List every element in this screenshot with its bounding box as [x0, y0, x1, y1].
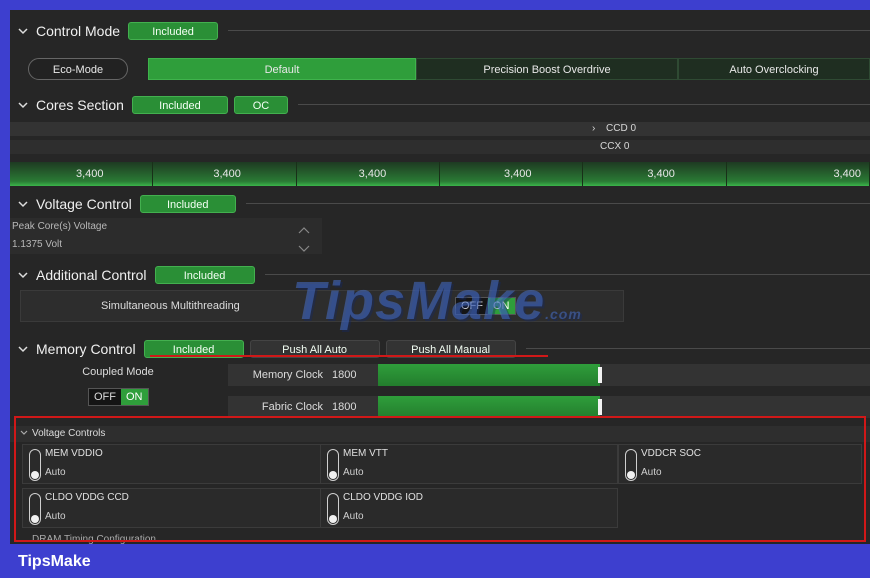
included-badge[interactable]: Included [128, 21, 219, 40]
included-badge[interactable]: Included [154, 265, 255, 284]
core-frequency[interactable]: 3,400 [296, 162, 440, 186]
chevron-down-icon[interactable] [18, 100, 28, 110]
ccd-band[interactable]: › CCD 0 [10, 122, 870, 136]
section-title: Voltage Control [36, 195, 132, 212]
section-title: Memory Control [36, 340, 136, 357]
slider-fill [378, 364, 600, 386]
section-title: Control Mode [36, 22, 121, 39]
mode-auto-oc-button[interactable]: Auto Overclocking [678, 58, 870, 80]
section-title: Additional Control [36, 266, 147, 283]
smt-toggle[interactable]: OFF ON [455, 297, 516, 315]
ccx-label: CCX 0 [600, 141, 630, 152]
chevron-right-icon[interactable]: › [592, 122, 595, 136]
peak-voltage-field[interactable]: Peak Core(s) Voltage 1.1375 Volt [10, 218, 322, 254]
field-value: 1.1375 Volt [12, 239, 63, 250]
included-badge[interactable]: Included [131, 95, 228, 114]
memory-clock-slider[interactable]: Memory Clock 1800 [228, 364, 870, 386]
smt-setting: Simultaneous Multithreading OFF ON [20, 290, 624, 322]
core-frequency[interactable]: 3,400 [10, 162, 154, 186]
toggle-off[interactable]: OFF [456, 298, 488, 314]
divider [297, 104, 870, 105]
fabric-clock-value: 1800 [332, 401, 357, 413]
chevron-down-icon[interactable] [298, 240, 310, 258]
highlight-underline [150, 355, 548, 357]
slider-track[interactable] [378, 364, 870, 386]
toggle-off[interactable]: OFF [89, 389, 121, 405]
memory-control-header[interactable]: Memory Control Included Push All Auto Pu… [10, 336, 870, 361]
footer-bar: TipsMake [0, 544, 870, 578]
divider [264, 274, 870, 275]
core-frequency[interactable]: 3,400 [153, 162, 297, 186]
coupled-mode-toggle[interactable]: OFF ON [88, 388, 149, 406]
voltage-control-header[interactable]: Voltage Control Included [10, 191, 870, 216]
oc-badge[interactable]: OC [233, 95, 288, 114]
chevron-up-icon[interactable] [298, 221, 310, 239]
ccx-band: CCX 0 [10, 140, 870, 154]
slider-thumb[interactable] [598, 367, 602, 383]
ccd-label: CCD 0 [606, 123, 637, 134]
mode-selector: Eco-Mode Default Precision Boost Overdri… [10, 56, 870, 82]
toggle-on[interactable]: ON [121, 389, 148, 405]
memory-clock-label: Memory Clock [252, 369, 323, 381]
chevron-down-icon[interactable] [18, 270, 28, 280]
divider [245, 203, 870, 204]
section-title: Cores Section [36, 96, 124, 113]
control-mode-header[interactable]: Control Mode Included [10, 18, 870, 43]
cores-section-header[interactable]: Cores Section Included OC [10, 92, 870, 117]
chevron-down-icon[interactable] [18, 199, 28, 209]
divider [228, 30, 870, 31]
footer-brand: TipsMake [18, 553, 91, 570]
additional-control-header[interactable]: Additional Control Included [10, 262, 870, 287]
memory-clock-value: 1800 [332, 369, 357, 381]
mode-default-button[interactable]: Default [148, 58, 416, 80]
fabric-clock-label: Fabric Clock [261, 401, 323, 413]
coupled-mode-label: Coupled Mode [82, 366, 154, 378]
core-frequency-row: 3,400 3,400 3,400 3,400 3,400 3,400 [10, 162, 870, 186]
mode-eco-button[interactable]: Eco-Mode [28, 58, 128, 80]
fabric-clock-slider[interactable]: Fabric Clock 1800 [228, 396, 870, 418]
slider-track[interactable] [378, 396, 870, 418]
chevron-down-icon[interactable] [18, 344, 28, 354]
divider [525, 348, 870, 349]
smt-label: Simultaneous Multithreading [101, 300, 240, 312]
mode-pbo-button[interactable]: Precision Boost Overdrive [416, 58, 678, 80]
highlight-box [14, 416, 866, 542]
slider-thumb[interactable] [598, 399, 602, 415]
core-frequency[interactable]: 3,400 [726, 162, 870, 186]
field-label: Peak Core(s) Voltage [12, 221, 108, 232]
core-frequency[interactable]: 3,400 [439, 162, 584, 186]
included-badge[interactable]: Included [139, 194, 236, 213]
toggle-on[interactable]: ON [488, 298, 515, 314]
ryzen-master-panel: Control Mode Included Eco-Mode Default P… [10, 10, 870, 544]
chevron-down-icon[interactable] [18, 26, 28, 36]
slider-fill [378, 396, 600, 418]
core-frequency[interactable]: 3,400 [583, 162, 727, 186]
